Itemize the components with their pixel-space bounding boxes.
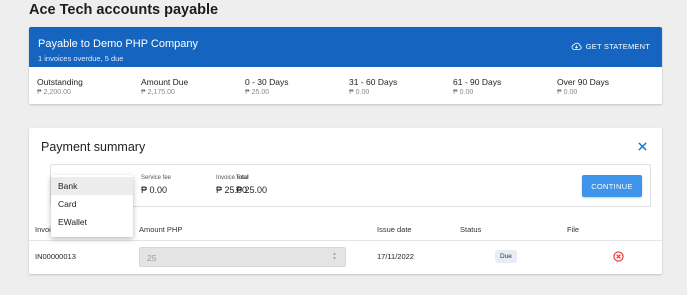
account-subtitle: 1 invoices overdue, 5 due xyxy=(38,54,124,63)
payment-method-menu: Bank Card EWallet xyxy=(51,175,133,237)
aging-value: ₱ 0.00 xyxy=(557,89,578,96)
aging-over-90: Over 90 Days ₱ 0.00 xyxy=(557,77,609,96)
menu-item-ewallet[interactable]: EWallet xyxy=(51,213,133,231)
aging-label: 61 - 90 Days xyxy=(453,77,502,87)
issue-date: 17/11/2022 xyxy=(377,252,414,261)
col-file: File xyxy=(567,225,580,234)
menu-item-bank[interactable]: Bank xyxy=(51,177,133,195)
account-name: Payable to Demo PHP Company xyxy=(38,38,198,50)
aging-label: 0 - 30 Days xyxy=(245,77,289,87)
get-statement-label: GET STATEMENT xyxy=(585,42,650,51)
total-value: ₱ 25.00 xyxy=(236,185,268,195)
page-title: Ace Tech accounts payable xyxy=(29,2,219,18)
remove-circle-icon[interactable] xyxy=(613,251,624,262)
continue-button[interactable]: CONTINUE xyxy=(582,175,642,197)
col-amount: Amount PHP xyxy=(139,225,183,234)
cloud-download-icon xyxy=(571,42,582,50)
amount-value: 25 xyxy=(147,253,157,263)
payment-summary-title: Payment summary xyxy=(41,140,146,154)
aging-0-30: 0 - 30 Days ₱ 25.00 xyxy=(245,77,288,96)
col-status: Status xyxy=(460,225,482,234)
table-row: IN00000013 25 ▲ ▼ 17/11/2022 Due xyxy=(29,241,662,272)
aging-outstanding: Outstanding ₱ 2,200.00 xyxy=(37,77,83,96)
account-card: Payable to Demo PHP Company 1 invoices o… xyxy=(29,27,662,104)
account-header: Payable to Demo PHP Company 1 invoices o… xyxy=(29,27,662,67)
service-fee-value: ₱ 0.00 xyxy=(141,185,168,195)
aging-label: Outstanding xyxy=(37,77,83,87)
menu-item-card[interactable]: Card xyxy=(51,195,133,213)
invoice-number: IN00000013 xyxy=(35,252,76,261)
aging-value: ₱ 0.00 xyxy=(349,89,370,96)
total-summary: Total ₱ 25.00 xyxy=(236,175,267,195)
total-label: Total xyxy=(236,175,249,181)
status-badge: Due xyxy=(495,250,517,263)
aging-value: ₱ 2,200.00 xyxy=(37,89,71,96)
aging-amount-due: Amount Due ₱ 2,175.00 xyxy=(141,77,188,96)
aging-value: ₱ 2,175.00 xyxy=(141,89,175,96)
payment-totals-box: Service fee ₱ 0.00 Invoice total ₱ 25.00… xyxy=(50,164,651,207)
col-invoice: Invoi xyxy=(35,225,51,234)
service-fee-label: Service fee xyxy=(141,175,172,181)
aging-summary: Outstanding ₱ 2,200.00 Amount Due ₱ 2,17… xyxy=(29,67,662,104)
service-fee: Service fee ₱ 0.00 xyxy=(141,175,171,195)
col-issue-date: Issue date xyxy=(377,225,412,234)
get-statement-button[interactable]: GET STATEMENT xyxy=(571,42,650,51)
aging-label: Amount Due xyxy=(141,77,189,87)
aging-value: ₱ 0.00 xyxy=(453,89,474,96)
stepper-arrows-icon[interactable]: ▲ ▼ xyxy=(332,252,337,262)
aging-label: 31 - 60 Days xyxy=(349,77,398,87)
aging-31-60: 31 - 60 Days ₱ 0.00 xyxy=(349,77,397,96)
close-icon[interactable] xyxy=(637,141,648,152)
aging-value: ₱ 25.00 xyxy=(245,89,270,96)
aging-label: Over 90 Days xyxy=(557,77,609,87)
amount-input[interactable]: 25 ▲ ▼ xyxy=(139,247,346,267)
aging-61-90: 61 - 90 Days ₱ 0.00 xyxy=(453,77,501,96)
